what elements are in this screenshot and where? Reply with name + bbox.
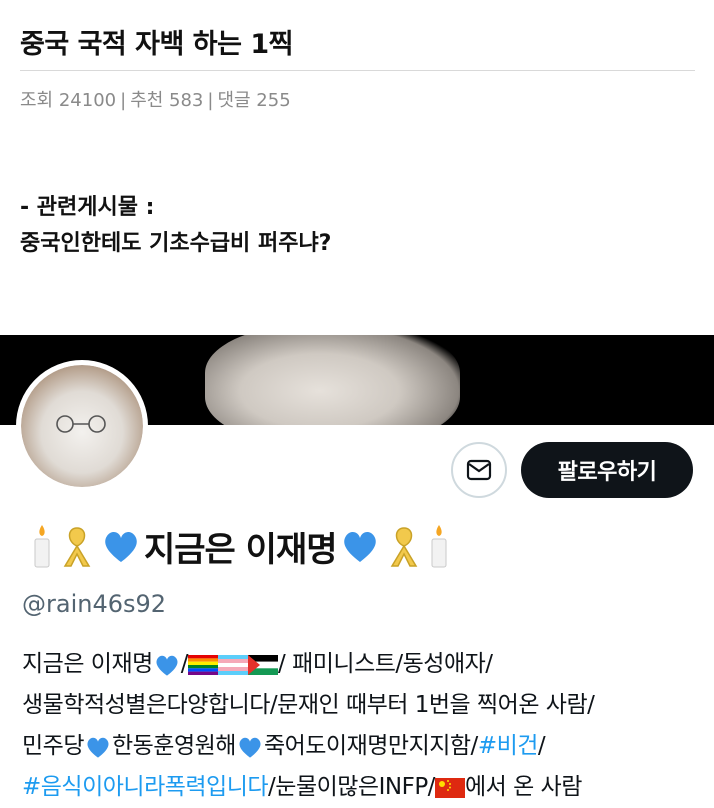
view-count: 조회 24100	[20, 90, 117, 111]
bio-text: /눈물이많은INFP/	[268, 774, 435, 800]
comment-count: 댓글 255	[217, 90, 291, 111]
meta-separator: |	[207, 90, 214, 111]
yellow-ribbon-icon	[390, 527, 417, 567]
profile-bio: 지금은 이재명 / / 패미니스트/동성애자/ 생물학적성별은다양합니다/문재인 …	[22, 644, 702, 808]
message-button[interactable]	[451, 442, 507, 498]
avatar[interactable]	[16, 360, 148, 492]
recommend-count: 추천 583	[130, 90, 204, 111]
related-heading: - 관련게시물 :	[20, 195, 155, 220]
bio-line: #음식이아니라폭력입니다/눈물이많은INFP/ 에서 온 사람	[22, 767, 702, 808]
rainbow-flag-icon	[188, 654, 219, 675]
mail-icon	[466, 459, 492, 481]
profile-handle: @rain46s92	[22, 590, 167, 618]
yellow-ribbon-icon	[63, 527, 91, 567]
meta-separator: |	[120, 90, 127, 111]
bio-line: 생물학적성별은다양합니다/문재인 때부터 1번을 찍어온 사람/	[22, 692, 595, 718]
hashtag-link[interactable]: #비건	[478, 733, 539, 759]
bio-text: 에서 온 사람	[464, 774, 582, 800]
blue-heart-icon	[87, 737, 109, 758]
bio-text: /	[180, 651, 189, 677]
hashtag-link[interactable]: #음식이아니라폭력입니다	[22, 774, 269, 800]
bio-line: 지금은 이재명 / / 패미니스트/동성애자/	[22, 644, 702, 685]
post-meta: 조회 24100 | 추천 583 | 댓글 255	[20, 86, 291, 112]
bio-text: 지금은 이재명	[22, 651, 153, 677]
blue-heart-icon	[156, 655, 178, 676]
avatar-image	[21, 365, 143, 487]
banner-image	[205, 335, 460, 425]
related-post-title[interactable]: 중국인한테도 기초수급비 퍼주냐?	[20, 226, 331, 262]
trans-flag-icon	[218, 654, 249, 675]
bio-text: / 패미니스트/동성애자/	[278, 651, 493, 677]
post-title: 중국 국적 자백 하는 1찍	[20, 29, 293, 60]
bio-text: 한동훈영원해	[111, 733, 236, 759]
bio-text: /	[537, 733, 546, 759]
china-flag-icon	[434, 777, 465, 798]
display-name-text: 지금은 이재명	[144, 529, 338, 570]
palestine-flag-icon	[248, 654, 279, 675]
blue-heart-icon	[105, 532, 137, 562]
glasses-icon	[56, 415, 106, 433]
follow-button[interactable]: 팔로우하기	[521, 442, 693, 498]
bio-line: 민주당 한동훈영원해 죽어도이재명만지지함/#비건/	[22, 726, 702, 767]
title-divider	[20, 70, 695, 71]
related-post: - 관련게시물 : 중국인한테도 기초수급비 퍼주냐?	[20, 190, 331, 262]
candle-icon	[34, 525, 50, 568]
candle-icon	[431, 525, 447, 568]
blue-heart-icon	[239, 737, 261, 758]
blue-heart-icon	[343, 532, 376, 562]
profile-display-name: 지금은 이재명	[28, 518, 453, 574]
bio-text: 민주당	[22, 733, 84, 759]
bio-text: 죽어도이재명만지지함/	[263, 733, 478, 759]
